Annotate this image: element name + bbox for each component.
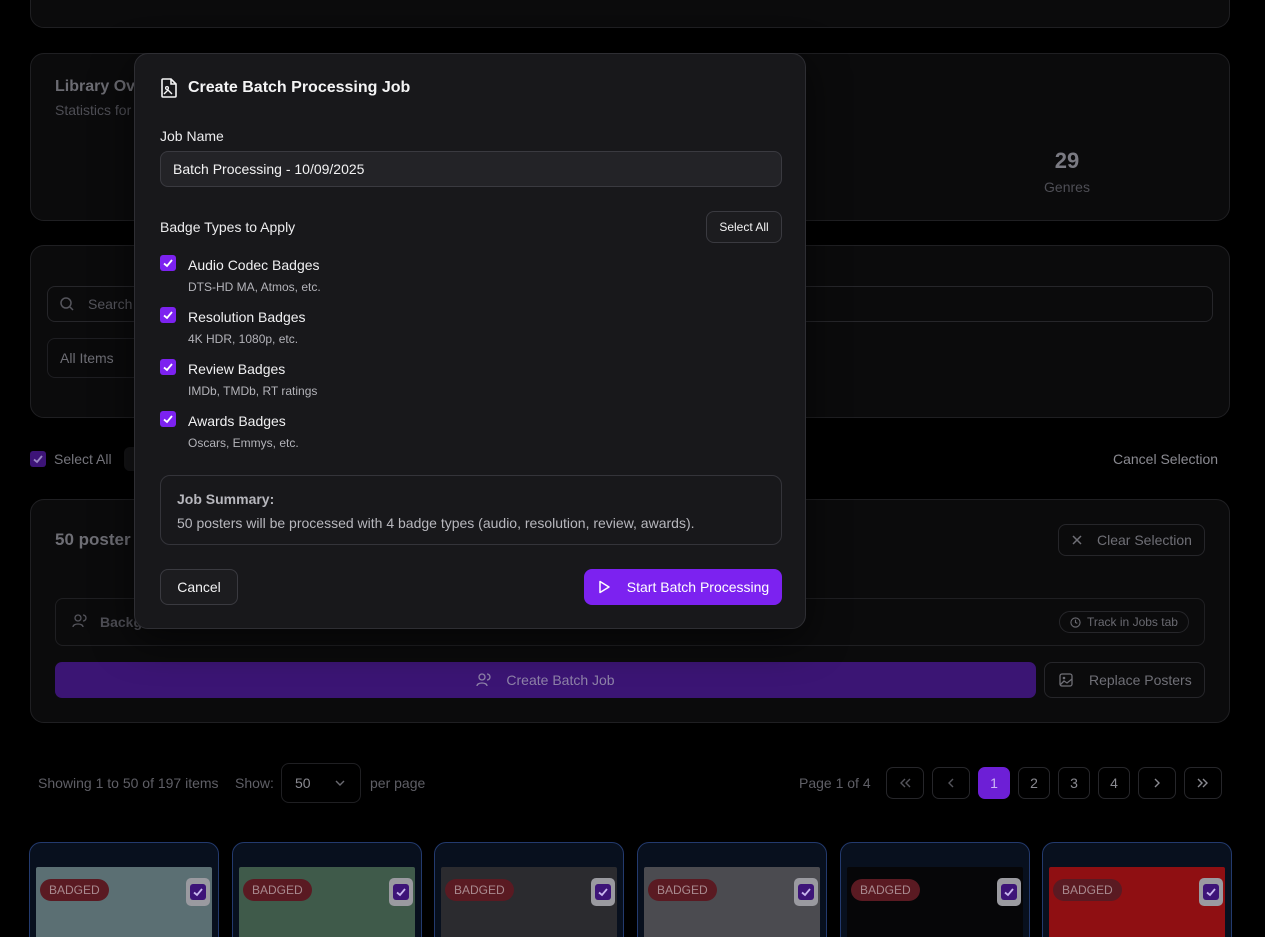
showing-items-text: Showing 1 to 50 of 197 items [38, 775, 219, 791]
page-size-value: 50 [295, 775, 311, 791]
badged-label: BADGED [445, 879, 514, 901]
dialog-header: Create Batch Processing Job [160, 78, 410, 98]
poster-card[interactable]: BADGED [29, 842, 219, 937]
posters-selected-title: 50 poster [55, 530, 131, 549]
clear-selection-button[interactable]: Clear Selection [1058, 524, 1205, 556]
badged-label: BADGED [40, 879, 109, 901]
page-button-4[interactable]: 4 [1098, 767, 1130, 799]
chevron-left-icon [946, 777, 956, 789]
clear-selection-label: Clear Selection [1097, 532, 1192, 548]
start-batch-processing-button[interactable]: Start Batch Processing [584, 569, 782, 605]
start-batch-processing-label: Start Batch Processing [626, 579, 770, 595]
page-size-select[interactable] [281, 763, 361, 803]
poster-card[interactable]: BADGED [840, 842, 1030, 937]
poster-checkbox[interactable] [186, 878, 210, 906]
poster-checkbox[interactable] [1199, 878, 1223, 906]
poster-checkbox[interactable] [794, 878, 818, 906]
per-page-label: per page [370, 775, 426, 791]
clock-icon [1070, 616, 1081, 628]
audio-codec-checkbox[interactable] [160, 255, 176, 271]
awards-checkbox[interactable] [160, 411, 176, 427]
chevron-right-icon [1152, 777, 1162, 789]
review-desc: IMDb, TMDb, RT ratings [188, 384, 318, 398]
job-summary-title: Job Summary: [177, 491, 275, 507]
replace-posters-button[interactable]: Replace Posters [1044, 662, 1205, 698]
library-overview-subtitle: Statistics for [55, 102, 132, 118]
next-page-button[interactable] [1138, 767, 1176, 799]
image-icon [1059, 673, 1073, 687]
poster-checkbox[interactable] [997, 878, 1021, 906]
select-all-label: Select All [54, 451, 112, 467]
batch-job-dialog: Create Batch Processing Job Job Name Bat… [134, 53, 806, 629]
poster-card[interactable]: BADGED [434, 842, 624, 937]
poster-checkbox[interactable] [389, 878, 413, 906]
poster-card[interactable]: BADGED [637, 842, 827, 937]
users-icon [476, 672, 492, 688]
library-overview-title: Library Ov [55, 78, 136, 95]
job-summary-text: 50 posters will be processed with 4 badg… [177, 515, 695, 531]
double-chevron-left-icon [898, 777, 912, 789]
badged-label: BADGED [851, 879, 920, 901]
users-icon [72, 613, 88, 629]
filter-select-value: All Items [60, 350, 114, 366]
resolution-label: Resolution Badges [188, 309, 306, 325]
prev-page-button[interactable] [932, 767, 970, 799]
dialog-title: Create Batch Processing Job [188, 79, 411, 96]
awards-desc: Oscars, Emmys, etc. [188, 436, 299, 450]
create-batch-job-label: Create Batch Job [506, 672, 615, 688]
review-label: Review Badges [188, 361, 286, 377]
genres-count: 29 [1054, 148, 1080, 173]
resolution-desc: 4K HDR, 1080p, etc. [188, 332, 299, 346]
badged-label: BADGED [1053, 879, 1122, 901]
top-card [30, 0, 1230, 28]
poster-card[interactable]: BADGED [1042, 842, 1232, 937]
awards-label: Awards Badges [188, 413, 286, 429]
badge-types-label: Badge Types to Apply [160, 219, 296, 235]
cancel-button[interactable]: Cancel [160, 569, 238, 605]
audio-codec-label: Audio Codec Badges [188, 257, 320, 273]
page-button-2[interactable]: 2 [1018, 767, 1050, 799]
poster-checkbox[interactable] [591, 878, 615, 906]
badged-label: BADGED [243, 879, 312, 901]
poster-card[interactable]: BADGED [232, 842, 422, 937]
badged-label: BADGED [648, 879, 717, 901]
resolution-checkbox[interactable] [160, 307, 176, 323]
cancel-selection-button[interactable]: Cancel Selection [1113, 451, 1218, 467]
last-page-button[interactable] [1184, 767, 1222, 799]
close-icon [1071, 534, 1083, 546]
page-button-1[interactable]: 1 [978, 767, 1010, 799]
replace-posters-label: Replace Posters [1089, 672, 1192, 688]
create-batch-job-button[interactable]: Create Batch Job [55, 662, 1036, 698]
page-of-text: Page 1 of 4 [799, 775, 871, 791]
search-icon [59, 296, 75, 312]
track-jobs-badge: Track in Jobs tab [1059, 611, 1189, 633]
double-chevron-right-icon [1196, 777, 1210, 789]
genres-label: Genres [1044, 179, 1090, 195]
review-checkbox[interactable] [160, 359, 176, 375]
track-jobs-label: Track in Jobs tab [1087, 615, 1178, 629]
job-name-label: Job Name [160, 128, 224, 144]
page-button-3[interactable]: 3 [1058, 767, 1090, 799]
first-page-button[interactable] [886, 767, 924, 799]
file-image-icon [160, 78, 178, 98]
chevron-down-icon [334, 778, 346, 788]
job-summary-box: Job Summary: 50 posters will be processe… [160, 475, 782, 545]
show-label: Show: [235, 775, 274, 791]
job-name-input[interactable]: Batch Processing - 10/09/2025 [160, 151, 782, 187]
select-all-badges-button[interactable]: Select All [706, 211, 782, 243]
play-icon [597, 580, 611, 594]
select-all-checkbox[interactable] [30, 451, 46, 467]
search-placeholder: Search [88, 296, 133, 312]
audio-codec-desc: DTS-HD MA, Atmos, etc. [188, 280, 321, 294]
